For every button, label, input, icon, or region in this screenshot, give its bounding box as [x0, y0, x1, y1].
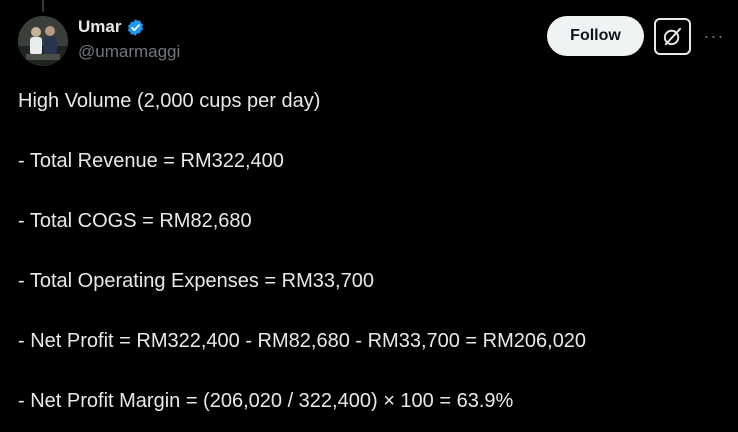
avatar-photo — [18, 16, 68, 66]
tweet-line-total-cogs: - Total COGS = RM82,680 — [18, 210, 252, 232]
thread-connector-line — [42, 0, 44, 12]
follow-button[interactable]: Follow — [547, 16, 644, 56]
author-name-row: Umar — [78, 17, 145, 37]
tweet-line-total-revenue: - Total Revenue = RM322,400 — [18, 150, 284, 172]
grok-icon — [663, 27, 682, 46]
tweet-text: High Volume (2,000 cups per day) - Total… — [18, 86, 718, 416]
tweet-line-net-profit-margin: - Net Profit Margin = (206,020 / 322,400… — [18, 390, 514, 412]
avatar[interactable] — [18, 16, 68, 66]
grok-button[interactable] — [654, 18, 691, 55]
more-options-icon[interactable]: ··· — [700, 22, 728, 50]
author-handle[interactable]: @umarmaggi — [78, 42, 180, 62]
tweet-line-operating-expenses: - Total Operating Expenses = RM33,700 — [18, 270, 374, 292]
author-display-name[interactable]: Umar — [78, 17, 121, 37]
tweet-line-heading: High Volume (2,000 cups per day) — [18, 90, 321, 112]
tweet-line-net-profit: - Net Profit = RM322,400 - RM82,680 - RM… — [18, 330, 587, 352]
verified-badge-icon — [126, 18, 145, 37]
